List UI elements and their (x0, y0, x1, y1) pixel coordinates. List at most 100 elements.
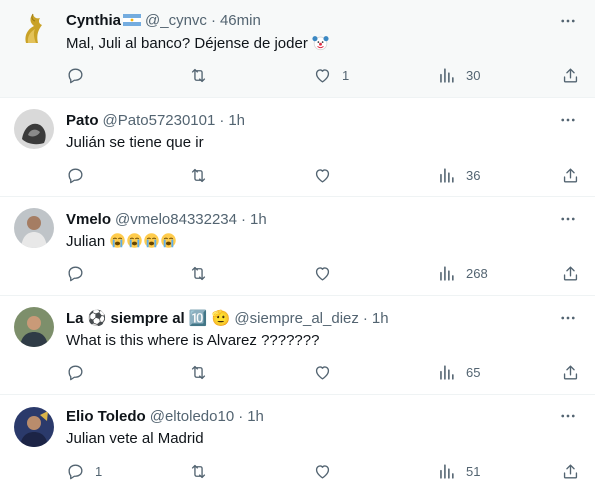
reply-text-content: Julian (66, 233, 106, 250)
timestamp[interactable]: 1h (228, 112, 245, 129)
share-button[interactable] (561, 163, 580, 187)
retweet-button[interactable] (189, 261, 218, 285)
reply-icon (68, 167, 83, 183)
display-name[interactable]: Cynthia (66, 12, 121, 29)
display-name[interactable]: Pato (66, 112, 99, 129)
loudly-crying-face-icon (161, 233, 177, 248)
like-button[interactable] (313, 261, 342, 285)
retweet-button[interactable] (189, 163, 218, 187)
views-count: 268 (466, 265, 488, 281)
reply-pato[interactable]: Pato @Pato57230101 · 1h Julián se tiene … (0, 98, 595, 197)
clown-face-icon (312, 36, 329, 51)
user-handle[interactable]: @_cynvc (145, 12, 207, 29)
user-handle[interactable]: @siempre_al_diez (234, 310, 358, 327)
more-button[interactable] (557, 406, 579, 426)
share-icon (563, 265, 578, 281)
reply-text: Julián se tiene que ir (66, 134, 204, 151)
user-photo-avatar-icon (14, 407, 54, 447)
share-button[interactable] (561, 63, 580, 87)
avatar[interactable] (14, 407, 54, 447)
share-icon (563, 364, 578, 380)
timestamp[interactable]: 1h (372, 310, 389, 327)
reply-text: Julian vete al Madrid (66, 430, 204, 447)
argentina-flag-icon (123, 14, 142, 26)
timestamp[interactable]: 1h (247, 408, 264, 425)
like-icon (315, 365, 330, 380)
retweet-button[interactable] (189, 459, 218, 483)
display-name[interactable]: Vmelo (66, 211, 111, 228)
replies-feed: Cynthia @_cynvc · 46min Mal, Juli al ban… (0, 0, 595, 496)
views-icon (440, 167, 454, 183)
reply-header: Elio Toledo @eltoledo10 · 1h (66, 406, 264, 426)
avatar[interactable] (14, 208, 54, 248)
reply-elio-toledo[interactable]: Elio Toledo @eltoledo10 · 1h Julian vete… (0, 395, 595, 496)
share-icon (563, 463, 578, 479)
reply-button[interactable] (66, 360, 95, 384)
reply-text-content: Mal, Juli al banco? Déjense de joder (66, 35, 308, 52)
more-icon (561, 414, 575, 418)
reply-siempre-al-diez[interactable]: La ⚽ siempre al 🔟 🫡 @siempre_al_diez · 1… (0, 296, 595, 395)
more-button[interactable] (557, 209, 579, 229)
reply-icon (68, 67, 83, 83)
more-icon (561, 217, 575, 221)
reply-header: Cynthia @_cynvc · 46min (66, 10, 261, 30)
user-photo-avatar-icon (14, 208, 54, 248)
share-icon (563, 167, 578, 183)
reply-button[interactable] (66, 163, 95, 187)
like-button[interactable] (313, 360, 342, 384)
user-handle[interactable]: @eltoledo10 (150, 408, 234, 425)
reply-button[interactable]: 1 (66, 459, 102, 483)
views-button[interactable]: 51 (437, 459, 480, 483)
reply-header: Vmelo @vmelo84332234 · 1h (66, 209, 267, 229)
like-icon (315, 168, 330, 183)
retweet-button[interactable] (189, 360, 218, 384)
views-button[interactable]: 36 (437, 163, 480, 187)
share-button[interactable] (561, 360, 580, 384)
views-button[interactable]: 65 (437, 360, 480, 384)
like-button[interactable] (313, 163, 342, 187)
views-icon (440, 67, 454, 83)
separator-dot: · (219, 111, 225, 129)
views-count: 36 (466, 167, 481, 183)
avatar[interactable] (14, 9, 54, 49)
display-name[interactable]: La ⚽ siempre al 🔟 🫡 (66, 309, 230, 327)
separator-dot: · (241, 210, 246, 228)
like-button[interactable]: 1 (313, 63, 349, 87)
action-bar: 1 51 (0, 459, 595, 483)
more-button[interactable] (557, 110, 579, 130)
action-bar: 65 (0, 360, 595, 384)
avatar[interactable] (14, 109, 54, 149)
user-photo-avatar-icon (14, 109, 54, 149)
action-bar: 268 (0, 261, 595, 285)
share-button[interactable] (561, 261, 580, 285)
reply-button[interactable] (66, 63, 95, 87)
share-button[interactable] (561, 459, 580, 483)
views-button[interactable]: 30 (437, 63, 480, 87)
user-handle[interactable]: @Pato57230101 (103, 112, 216, 129)
more-button[interactable] (557, 308, 579, 328)
views-button[interactable]: 268 (437, 261, 488, 285)
reply-cynthia[interactable]: Cynthia @_cynvc · 46min Mal, Juli al ban… (0, 0, 595, 98)
retweet-icon (191, 266, 206, 280)
reply-button[interactable] (66, 261, 95, 285)
separator-dot: · (238, 407, 244, 425)
views-icon (440, 265, 454, 281)
action-bar: 1 30 (0, 63, 595, 87)
user-handle[interactable]: @vmelo84332234 (115, 211, 237, 228)
views-count: 30 (466, 67, 481, 83)
views-icon (440, 463, 454, 479)
display-name[interactable]: Elio Toledo (66, 408, 146, 425)
more-icon (561, 19, 575, 23)
like-icon (315, 266, 330, 281)
timestamp[interactable]: 46min (220, 12, 261, 29)
reply-header: La ⚽ siempre al 🔟 🫡 @siempre_al_diez · 1… (66, 308, 389, 328)
retweet-icon (191, 464, 206, 478)
retweet-icon (191, 68, 206, 82)
retweet-button[interactable] (189, 63, 218, 87)
more-button[interactable] (557, 11, 579, 31)
avatar[interactable] (14, 307, 54, 347)
timestamp[interactable]: 1h (250, 211, 267, 228)
like-button[interactable] (313, 459, 342, 483)
reply-vmelo[interactable]: Vmelo @vmelo84332234 · 1h Julian 268 (0, 197, 595, 296)
retweet-icon (191, 168, 206, 182)
